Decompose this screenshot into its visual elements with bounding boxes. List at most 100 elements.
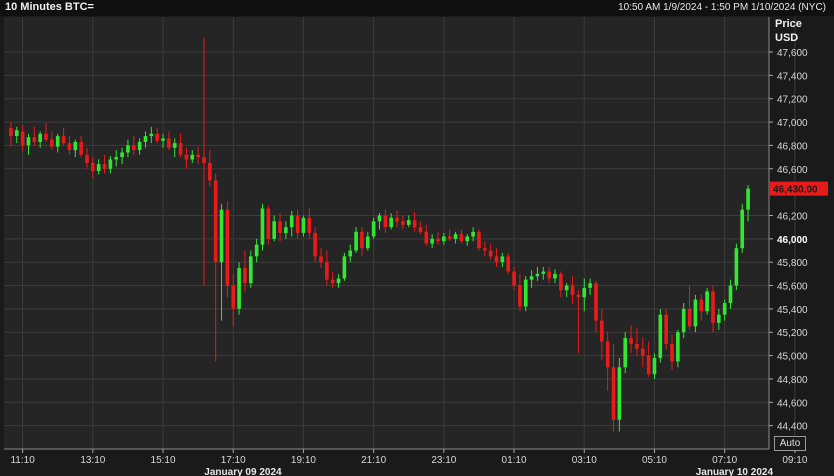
candle-body: [389, 217, 394, 228]
x-tick-label: 03:10: [572, 455, 597, 466]
candle-body: [711, 291, 715, 323]
candle-body: [518, 285, 522, 307]
y-tick-label: 45,200: [777, 328, 808, 339]
x-tick-label: 09:10: [782, 455, 807, 466]
candle-body: [272, 221, 277, 239]
candle-body: [547, 271, 551, 279]
y-tick-label: 46,600: [777, 165, 808, 176]
candle-body: [512, 271, 516, 286]
candle-body: [746, 188, 750, 210]
candle-body: [564, 285, 569, 291]
candles-layer: [9, 38, 750, 432]
candle-body: [172, 143, 177, 148]
candle-body: [96, 164, 101, 172]
candle-body: [395, 217, 399, 222]
candle-body: [740, 209, 745, 249]
candle-body: [190, 154, 195, 160]
candle-body: [243, 268, 247, 284]
y-axis: 47,600 47,400 47,200 47,000 46,800 46,600 46,2…: [768, 17, 828, 449]
candle-body: [108, 159, 113, 169]
candle-body: [424, 231, 429, 244]
candle-body: [167, 138, 171, 148]
candle-body: [307, 217, 312, 233]
candle-body: [465, 236, 470, 242]
candle-body: [576, 294, 581, 298]
candle-body: [635, 343, 639, 349]
candle-body: [535, 273, 540, 277]
candle-body: [149, 133, 154, 137]
candle-body: [705, 291, 709, 312]
candle-body: [523, 279, 528, 307]
candle-body: [582, 287, 587, 298]
candle-body: [605, 341, 610, 368]
x-tick-label: 07:10: [712, 455, 737, 466]
candle-body: [260, 208, 265, 245]
last-price-label: 46,430.00: [773, 185, 818, 196]
candle-body: [406, 220, 411, 225]
candle-body: [447, 236, 452, 239]
candle-body: [506, 256, 511, 272]
candle-body: [330, 279, 335, 284]
candle-body: [137, 141, 142, 151]
candle-body: [55, 136, 60, 147]
candle-body: [436, 238, 440, 242]
candle-body: [354, 231, 358, 251]
candle-body: [213, 180, 218, 263]
candle-body: [652, 357, 657, 375]
candle-body: [442, 236, 446, 242]
x-axis: 11:10 13:10 15:10 17:10 19:10 21:10 23:10 01:10…: [4, 448, 808, 476]
candle-body: [20, 131, 25, 146]
candle-body: [640, 348, 645, 356]
candle-body: [722, 303, 727, 315]
candle-body: [202, 157, 206, 163]
candle-body: [488, 250, 493, 257]
candle-body: [325, 262, 329, 280]
x-tick-label: 17:10: [221, 455, 246, 466]
candle-body: [658, 314, 663, 358]
auto-scale-button[interactable]: Auto: [774, 436, 806, 451]
x-tick-label: 11:10: [10, 455, 35, 466]
candle-body: [383, 215, 388, 228]
y-tick-label: 44,400: [777, 422, 808, 433]
y-tick-label: 47,600: [777, 48, 808, 59]
candle-body: [401, 221, 405, 225]
candle-body: [418, 227, 423, 232]
price-chart[interactable]: 47,600 47,400 47,200 47,000 46,800 46,600 46,2…: [0, 0, 834, 476]
candle-body: [670, 343, 674, 362]
x-tick-label: 19:10: [291, 455, 316, 466]
candle-body: [196, 154, 200, 158]
candle-body: [360, 231, 364, 249]
candle-body: [284, 227, 288, 233]
candle-body: [529, 276, 534, 280]
candle-body: [664, 314, 668, 344]
y-tick-label: 46,200: [777, 211, 808, 222]
candle-body: [67, 143, 72, 151]
candle-body: [646, 355, 651, 375]
candle-body: [289, 215, 294, 228]
candle-body: [73, 141, 78, 151]
candle-body: [541, 271, 546, 274]
candle-body: [114, 157, 119, 160]
y-tick-label: 44,600: [777, 398, 808, 409]
candle-body: [219, 209, 224, 263]
candle-body: [126, 145, 130, 153]
candle-body: [553, 273, 557, 279]
candle-body: [611, 367, 616, 420]
candle-body: [32, 137, 37, 142]
candle-body: [50, 139, 54, 147]
candle-body: [161, 138, 165, 141]
candle-body: [559, 273, 563, 291]
y-tick-label: 45,800: [777, 258, 808, 269]
candle-body: [681, 308, 686, 333]
candle-body: [295, 215, 300, 233]
candle-body: [237, 268, 241, 309]
candle-body: [208, 162, 212, 181]
y-tick-label: 44,800: [777, 375, 808, 386]
candle-body: [482, 248, 487, 251]
candle-body: [143, 136, 148, 142]
candle-body: [278, 221, 282, 233]
candle-body: [231, 285, 236, 309]
y-tick-label: 47,200: [777, 95, 808, 106]
candle-body: [85, 154, 89, 163]
candle-body: [676, 332, 680, 362]
